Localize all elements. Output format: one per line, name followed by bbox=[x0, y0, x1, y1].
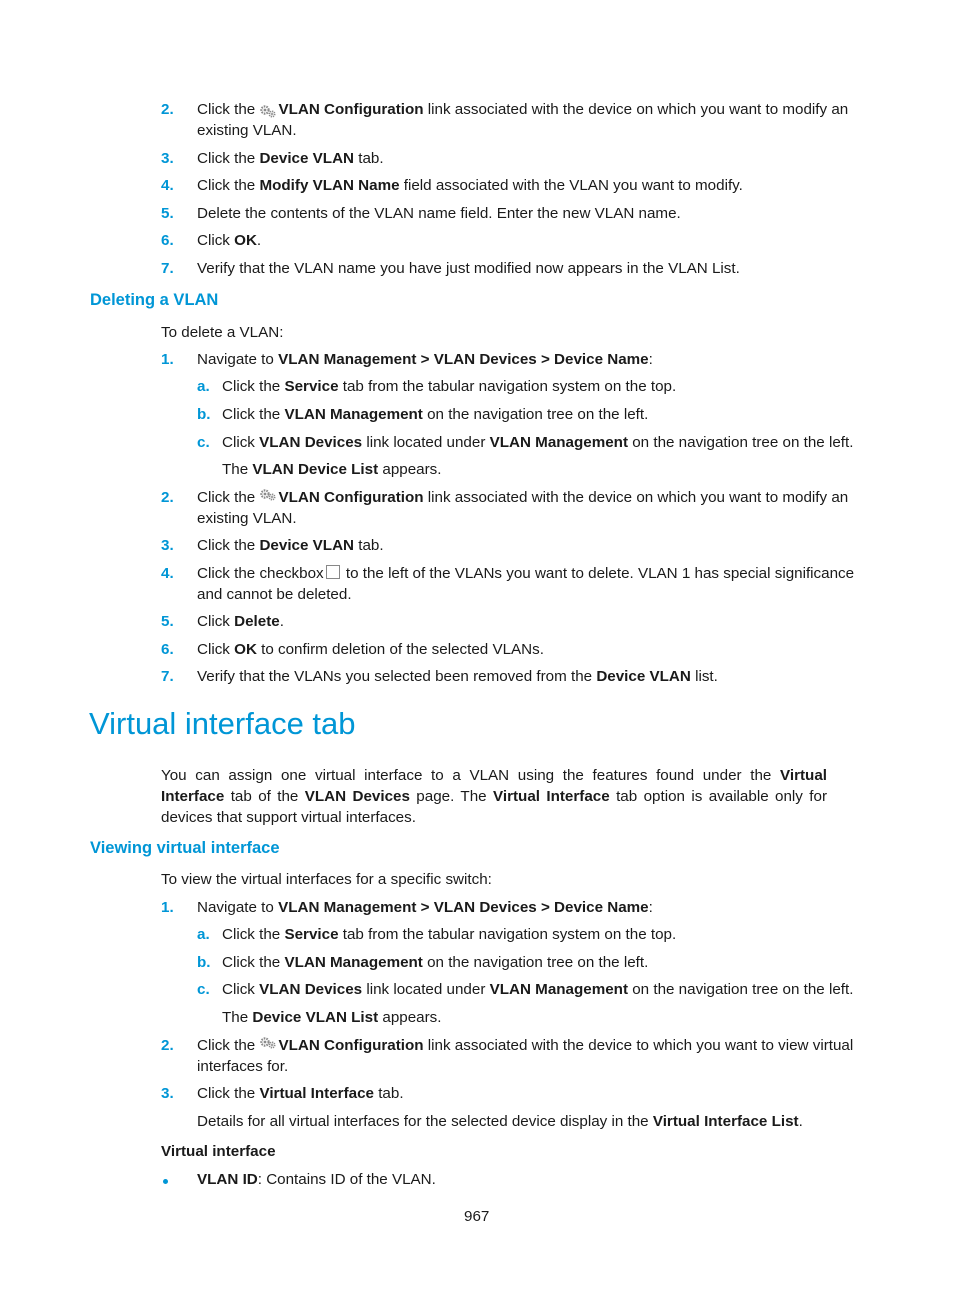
gear-icon bbox=[259, 104, 277, 118]
vlan-configuration-link: VLAN Configuration bbox=[278, 1037, 424, 1054]
details-text: Details for all virtual interfaces for t… bbox=[197, 1113, 803, 1130]
substep-letter: a. bbox=[197, 378, 210, 395]
section-heading-viewing-virtual-interface: Viewing virtual interface bbox=[90, 839, 280, 857]
intro-text: To view the virtual interfaces for a spe… bbox=[161, 871, 492, 888]
bullet-icon bbox=[163, 1179, 168, 1184]
result-text: The VLAN Device List appears. bbox=[222, 461, 442, 478]
step-text: Click the bbox=[197, 101, 260, 118]
vlan-configuration-link: VLAN Configuration bbox=[278, 489, 424, 506]
step-number: 2. bbox=[161, 489, 174, 506]
step-number: 3. bbox=[161, 150, 174, 167]
checkbox-icon bbox=[325, 565, 340, 579]
step-number: 2. bbox=[161, 1037, 174, 1054]
gear-icon bbox=[259, 489, 277, 503]
step-number: 5. bbox=[161, 613, 174, 630]
step-number: 7. bbox=[161, 260, 174, 277]
step-number: 7. bbox=[161, 668, 174, 685]
step-number: 1. bbox=[161, 351, 174, 368]
subheading-virtual-interface: Virtual interface bbox=[161, 1143, 276, 1160]
substep-letter: b. bbox=[197, 406, 211, 423]
section-heading-deleting-vlan: Deleting a VLAN bbox=[90, 291, 219, 309]
page-number: 967 bbox=[464, 1208, 490, 1225]
step-number: 2. bbox=[161, 101, 174, 118]
step-number: 1. bbox=[161, 899, 174, 916]
step-number: 4. bbox=[161, 177, 174, 194]
section-title-virtual-interface-tab: Virtual interface tab bbox=[89, 706, 356, 741]
step-number: 4. bbox=[161, 565, 174, 582]
gear-icon bbox=[259, 1037, 277, 1051]
step-number: 5. bbox=[161, 205, 174, 222]
substep-letter: c. bbox=[197, 981, 210, 998]
step-number: 3. bbox=[161, 537, 174, 554]
step-number: 6. bbox=[161, 641, 174, 658]
virtual-intro-paragraph: You can assign one virtual interface to … bbox=[161, 767, 828, 826]
substep-letter: c. bbox=[197, 434, 210, 451]
step-number: 6. bbox=[161, 232, 174, 249]
substep-letter: a. bbox=[197, 926, 210, 943]
vlan-configuration-link: VLAN Configuration bbox=[278, 101, 424, 118]
result-text: The Device VLAN List appears. bbox=[222, 1009, 442, 1026]
intro-text: To delete a VLAN: bbox=[161, 324, 284, 341]
substep-letter: b. bbox=[197, 954, 211, 971]
step-number: 3. bbox=[161, 1085, 174, 1102]
